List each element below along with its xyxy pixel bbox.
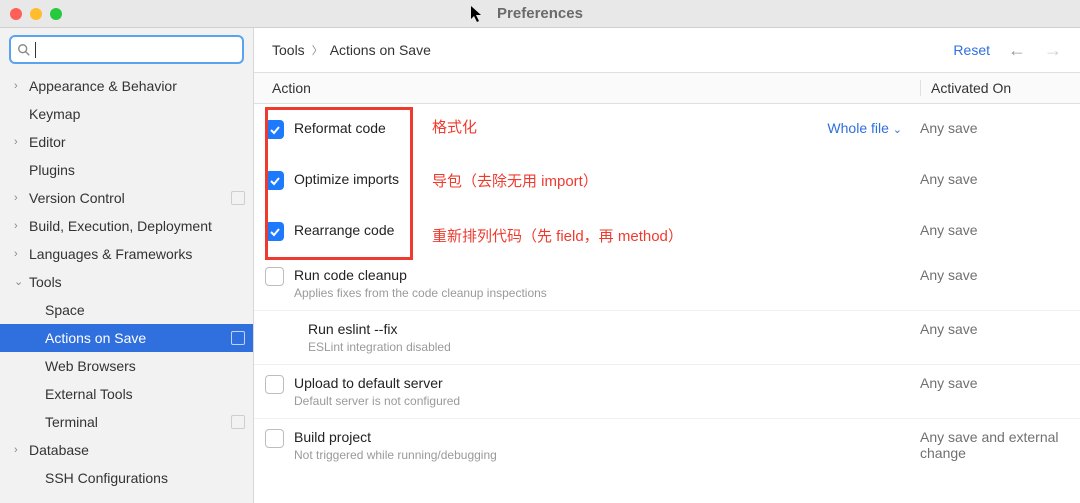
project-badge-icon — [231, 331, 245, 345]
sidebar-item[interactable]: Plugins — [0, 156, 253, 184]
action-row: Upload to default server Default server i… — [254, 365, 1080, 419]
column-header-action: Action — [254, 80, 920, 96]
traffic-minimize[interactable] — [30, 8, 42, 20]
chevron-right-icon: › — [14, 216, 24, 236]
sidebar: ›Appearance & BehaviorKeymap›EditorPlugi… — [0, 28, 254, 503]
sidebar-item[interactable]: ›Version Control — [0, 184, 253, 212]
breadcrumb-parent[interactable]: Tools — [272, 42, 305, 58]
activated-on: Any save — [920, 222, 1080, 238]
main-panel: Tools 〉 Actions on Save Reset ← → Action… — [254, 28, 1080, 503]
sidebar-item[interactable]: Space — [0, 296, 253, 324]
sidebar-item[interactable]: ›Build, Execution, Deployment — [0, 212, 253, 240]
sidebar-item-label: Version Control — [29, 188, 125, 208]
chevron-down-icon: ⌄ — [14, 272, 24, 292]
sidebar-item-label: Space — [45, 300, 85, 320]
action-label: Upload to default server — [294, 375, 900, 391]
sidebar-item-label: Terminal — [45, 412, 98, 432]
action-row: Build project Not triggered while running… — [254, 419, 1080, 472]
sidebar-item-label: Plugins — [29, 160, 75, 180]
sidebar-item-label: Editor — [29, 132, 66, 152]
sidebar-item[interactable]: Terminal — [0, 408, 253, 436]
sidebar-item[interactable]: External Tools — [0, 380, 253, 408]
action-row: Reformat code Whole file ⌄ Any save — [254, 104, 1080, 155]
sidebar-item-label: Actions on Save — [45, 328, 146, 348]
activated-on: Any save — [920, 120, 1080, 136]
action-subtext: Applies fixes from the code cleanup insp… — [294, 286, 900, 300]
action-label: Rearrange code — [294, 222, 900, 238]
checkbox[interactable] — [265, 120, 284, 139]
sidebar-item[interactable]: ⌄Tools — [0, 268, 253, 296]
activated-on: Any save — [920, 171, 1080, 187]
action-label: Run eslint --fix — [308, 321, 900, 337]
action-label: Run code cleanup — [294, 267, 900, 283]
column-header-activated: Activated On — [920, 80, 1080, 96]
action-label: Reformat code — [294, 120, 807, 136]
project-badge-icon — [231, 415, 245, 429]
sidebar-item-label: Tools — [29, 272, 62, 292]
sidebar-item[interactable]: ›Appearance & Behavior — [0, 72, 253, 100]
action-row: Run code cleanup Applies fixes from the c… — [254, 257, 1080, 311]
sidebar-item[interactable]: Actions on Save — [0, 324, 253, 352]
action-row: Rearrange code Any save — [254, 206, 1080, 257]
forward-button: → — [1044, 40, 1062, 61]
traffic-close[interactable] — [10, 8, 22, 20]
sidebar-item[interactable]: Keymap — [0, 100, 253, 128]
checkbox[interactable] — [265, 222, 284, 241]
chevron-right-icon: › — [14, 244, 24, 264]
scope-dropdown[interactable]: Whole file ⌄ — [827, 120, 902, 136]
sidebar-item[interactable]: SSH Configurations — [0, 464, 253, 492]
window-title: Preferences — [497, 0, 583, 27]
input-caret — [35, 42, 36, 58]
activated-on: Any save — [920, 321, 1080, 337]
project-badge-icon — [231, 191, 245, 205]
chevron-right-icon: › — [14, 132, 24, 152]
sidebar-item-label: Appearance & Behavior — [29, 76, 177, 96]
cursor-icon — [470, 5, 484, 28]
search-input[interactable] — [9, 35, 244, 64]
chevron-right-icon: › — [14, 76, 24, 96]
checkbox[interactable] — [265, 375, 284, 394]
action-subtext: Not triggered while running/debugging — [294, 448, 900, 462]
sidebar-item-label: Keymap — [29, 104, 80, 124]
action-row: Optimize imports Any save — [254, 155, 1080, 206]
sidebar-item-label: Languages & Frameworks — [29, 244, 192, 264]
chevron-right-icon: 〉 — [312, 42, 323, 58]
search-field[interactable] — [40, 42, 236, 57]
action-subtext: Default server is not configured — [294, 394, 900, 408]
action-row: Run eslint --fix ESLint integration disab… — [254, 311, 1080, 365]
back-button[interactable]: ← — [1008, 40, 1026, 61]
checkbox[interactable] — [265, 429, 284, 448]
sidebar-item-label: External Tools — [45, 384, 133, 404]
chevron-right-icon: › — [14, 188, 24, 208]
action-label: Build project — [294, 429, 900, 445]
checkbox[interactable] — [265, 267, 284, 286]
chevron-right-icon: › — [14, 440, 24, 460]
sidebar-item[interactable]: Web Browsers — [0, 352, 253, 380]
activated-on: Any save — [920, 267, 1080, 283]
sidebar-item-label: Web Browsers — [45, 356, 136, 376]
traffic-zoom[interactable] — [50, 8, 62, 20]
action-label: Optimize imports — [294, 171, 900, 187]
sidebar-item-label: Database — [29, 440, 89, 460]
reset-link[interactable]: Reset — [953, 42, 990, 58]
sidebar-item[interactable]: ›Database — [0, 436, 253, 464]
action-subtext: ESLint integration disabled — [308, 340, 900, 354]
sidebar-item[interactable]: ›Editor — [0, 128, 253, 156]
sidebar-item-label: SSH Configurations — [45, 468, 168, 488]
sidebar-item[interactable]: ›Languages & Frameworks — [0, 240, 253, 268]
checkbox[interactable] — [265, 171, 284, 190]
activated-on: Any save — [920, 375, 1080, 391]
sidebar-item-label: Build, Execution, Deployment — [29, 216, 212, 236]
search-icon — [17, 43, 31, 57]
breadcrumb-current: Actions on Save — [330, 42, 431, 58]
activated-on: Any save and external change — [920, 429, 1080, 461]
